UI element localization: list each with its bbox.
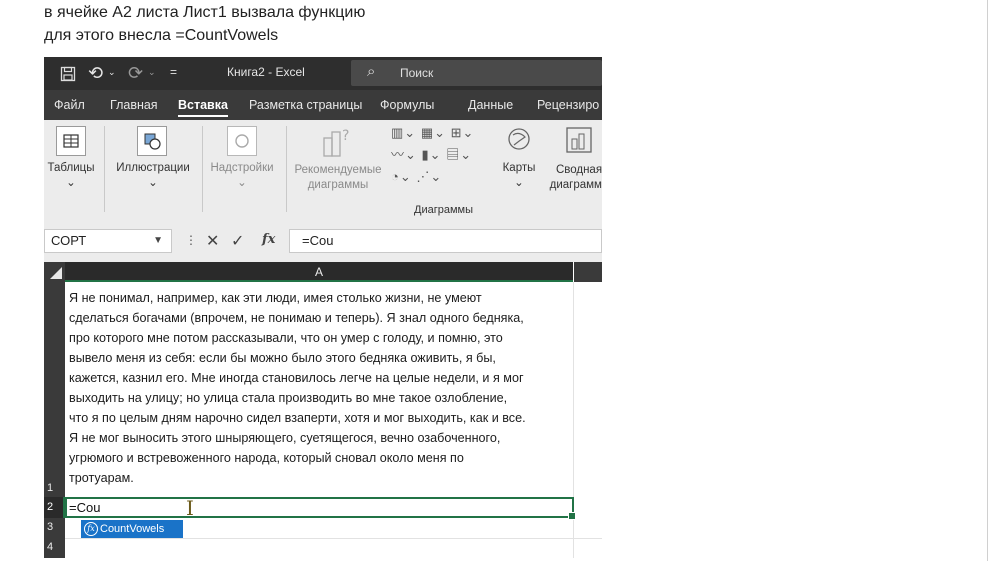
addins-icon [227,126,257,156]
addins-label: Надстройки [210,162,274,174]
chevron-down-icon: ⌄ [66,177,76,189]
enter-icon[interactable]: ✓ [231,231,244,251]
title-bar: ⟲ ⌄ ⟳ ⌄ = Книга2 - Excel ⌕ Поиск [44,52,602,90]
ribbon-separator [104,126,105,212]
recommended-charts-label-1: Рекомендуемые [294,164,382,176]
a1-line: Я не мог выносить этого шныряющего, сует… [69,431,501,445]
ribbon-tabs: Файл Главная Вставка Разметка страницы Ф… [44,90,602,120]
row-header-4[interactable]: 4 [44,538,65,558]
pivot-chart-icon [564,125,594,160]
insert-function-icon[interactable]: fx [262,232,275,247]
a1-line: сделаться богачами (впрочем, не понимаю … [69,311,524,325]
column-header-b[interactable] [574,262,602,282]
a1-line: что я по целым дням нарочно сидел взапер… [69,411,526,425]
search-box[interactable]: ⌕ Поиск [351,60,602,86]
cropped-strip [44,52,602,57]
page-divider [987,0,988,561]
tables-label: Таблицы [47,162,95,174]
row-header-1[interactable]: 1 [44,282,65,497]
chevron-down-icon: ⌄ [148,177,158,189]
search-icon: ⌕ [367,63,376,80]
maps-label: Карты [502,162,536,174]
a1-line: угрюмого и встревоженного народа, которы… [69,451,464,465]
search-placeholder: Поиск [400,66,434,80]
name-box[interactable]: СОРТ ▼ [44,229,172,253]
caption-line-2: для этого внесла =CountVowels [44,27,279,44]
pivot-chart-button[interactable]: Сводная диаграмма [540,163,602,193]
combo-chart-icon[interactable]: ▤⌄ [446,147,472,162]
chart-type-icons[interactable]: ▥⌄ ▦⌄ ⊞⌄ 〰⌄ ▮⌄ ▤⌄ ◔⌄ ⋰⌄ [391,122,474,188]
select-all-corner[interactable] [44,262,65,282]
maps-icon [505,125,533,158]
row-header-3[interactable]: 3 [44,518,65,538]
charts-group-label: Диаграммы [414,204,473,216]
recommended-charts-label-2: диаграммы [307,179,369,191]
tab-formulas[interactable]: Формулы [380,98,434,112]
column-header-a[interactable]: A [65,262,573,282]
tab-insert[interactable]: Вставка [178,98,228,117]
gridline [65,538,602,539]
pivot-chart-label-2: диаграмма [549,179,602,191]
tables-button[interactable]: Таблицы ⌄ [44,161,98,191]
svg-text:?: ? [342,128,349,144]
illustrations-button[interactable]: Иллюстрации ⌄ [110,161,196,191]
statistic-chart-icon[interactable]: ▮⌄ [422,147,442,162]
a1-line: тротуарам. [69,471,134,485]
tab-home[interactable]: Главная [110,98,158,112]
a1-line: Я не понимал, например, как эти люди, им… [69,291,482,305]
waterfall-chart-icon[interactable]: ⊞⌄ [451,125,475,140]
undo-icon[interactable]: ⟲ [88,63,103,84]
autocomplete-item[interactable]: fx CountVowels [81,520,183,538]
cell-a2-value: =Cou [69,500,101,515]
a1-line: выходить на улицу; но улица стала произв… [69,391,508,405]
chevron-down-icon[interactable]: ▼ [153,230,163,252]
chevron-down-icon: ⌄ [514,177,524,189]
a1-line: кажется, казнил его. Мне иногда становил… [69,371,524,385]
cancel-icon[interactable]: ✕ [206,231,219,251]
formula-bar: СОРТ ▼ ⋮ ✕ ✓ fx =Cou [44,226,602,256]
line-chart-icon[interactable]: 〰⌄ [391,147,417,162]
more-icon[interactable]: ⋮ [185,233,197,247]
a1-line: вывело меня из себя: если бы можно было … [69,351,496,365]
illustrations-icon [137,126,167,156]
customize-icon[interactable]: = [170,65,177,79]
fill-handle[interactable] [568,512,576,520]
ribbon-separator [202,126,203,212]
undo-dropdown-icon[interactable]: ⌄ [108,67,116,78]
pie-chart-icon[interactable]: ◔⌄ [391,169,412,184]
excel-window: ⟲ ⌄ ⟳ ⌄ = Книга2 - Excel ⌕ Поиск Файл Гл… [44,52,602,558]
addins-button[interactable]: Надстройки ⌄ [204,161,280,191]
chevron-down-icon: ⌄ [237,177,247,189]
window-title: Книга2 - Excel [227,65,305,79]
autocomplete-label: CountVowels [100,523,165,535]
maps-button[interactable]: Карты ⌄ [493,161,545,191]
spreadsheet-grid: A 1 2 3 4 Я не понимал, например, как эт… [44,262,602,558]
redo-dropdown-icon[interactable]: ⌄ [148,67,156,78]
table-icon [56,126,86,156]
pivot-chart-label-1: Сводная [555,164,602,176]
hierarchy-chart-icon[interactable]: ▦⌄ [421,125,446,140]
name-box-value: СОРТ [51,233,87,248]
cell-a2[interactable]: =Cou [65,497,576,520]
illustrations-label: Иллюстрации [116,162,190,174]
ribbon-separator [286,126,287,212]
tab-data[interactable]: Данные [468,98,513,112]
recommended-charts-icon: ? [320,126,354,163]
redo-icon[interactable]: ⟳ [128,63,143,84]
a1-line: про которого мне потом рассказывали, что… [69,331,503,345]
save-icon[interactable] [60,66,76,85]
cell-a1[interactable]: Я не понимал, например, как эти люди, им… [69,288,574,488]
scatter-chart-icon[interactable]: ⋰⌄ [416,169,442,184]
caption-line-1: в ячейке А2 листа Лист1 вызвала функцию [44,4,366,21]
text-cursor-icon: I [186,496,194,520]
recommended-charts-button[interactable]: Рекомендуемые диаграммы [288,163,388,193]
function-icon: fx [84,522,98,536]
bar-chart-icon[interactable]: ▥⌄ [391,125,416,140]
tab-file[interactable]: Файл [54,98,85,112]
formula-input[interactable]: =Cou [289,229,602,253]
tab-review[interactable]: Рецензиро [537,98,599,112]
row-header-2[interactable]: 2 [44,497,65,518]
tab-page-layout[interactable]: Разметка страницы [249,98,362,112]
